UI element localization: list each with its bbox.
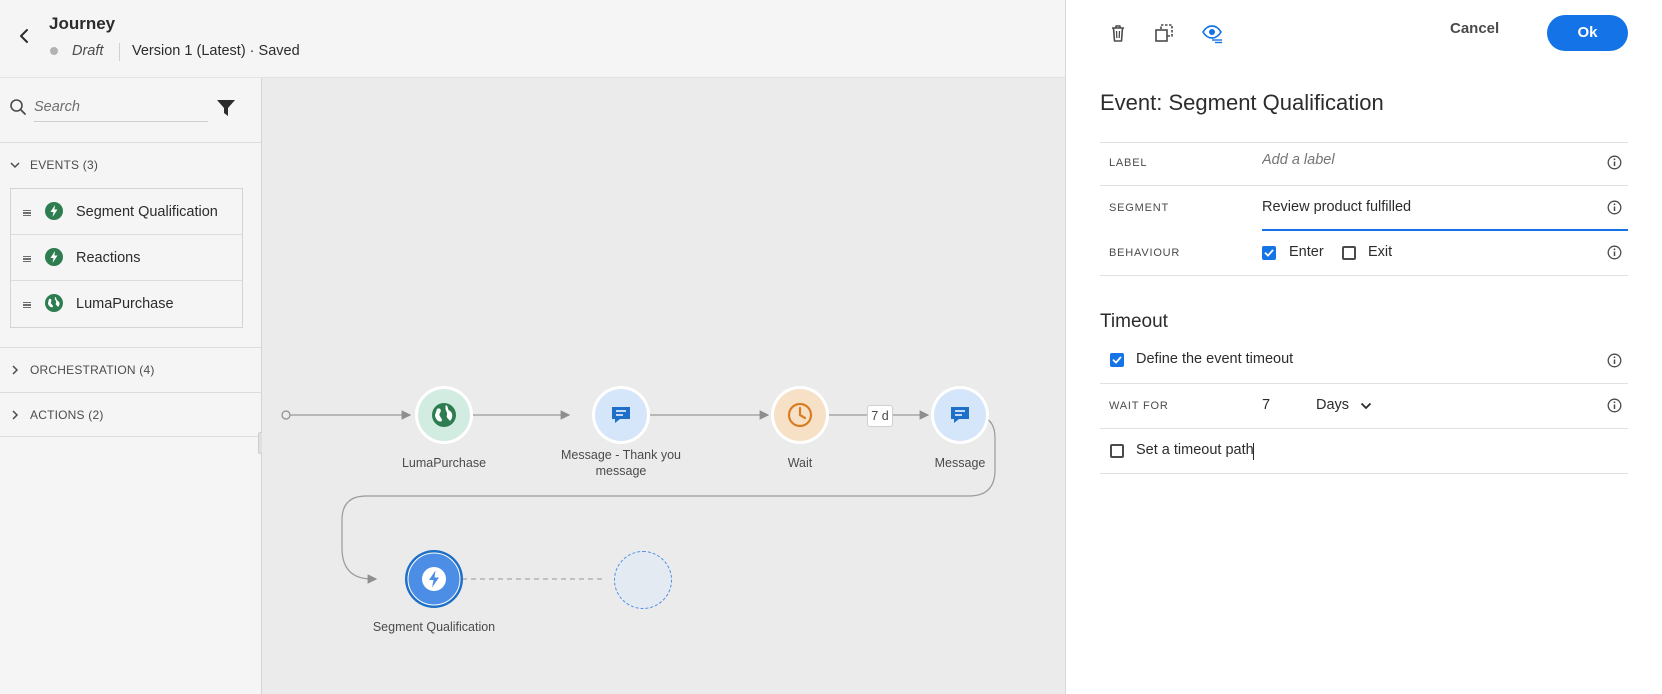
bolt-icon [407, 552, 461, 606]
behaviour-field-label: BEHAVIOUR [1109, 247, 1181, 259]
ok-button[interactable]: Ok [1547, 15, 1628, 51]
info-icon[interactable] [1607, 398, 1622, 413]
info-icon[interactable] [1607, 245, 1622, 260]
wait-duration-badge[interactable]: 7 d [867, 405, 893, 427]
journey-title: Journey [49, 14, 116, 33]
info-icon[interactable] [1607, 200, 1622, 215]
header-divider [119, 43, 120, 61]
section-orchestration-label: ORCHESTRATION (4) [30, 363, 155, 377]
message-icon [934, 389, 986, 441]
divider [0, 436, 262, 437]
event-item-segment-qualification[interactable]: Segment Qualification [11, 189, 242, 235]
node-message-thank-you[interactable] [592, 386, 650, 444]
trash-icon[interactable] [1107, 22, 1129, 44]
section-events-label: EVENTS (3) [30, 158, 99, 172]
timeout-section-title: Timeout [1100, 311, 1168, 332]
info-icon[interactable] [1607, 155, 1622, 170]
event-item-label: Reactions [76, 250, 141, 266]
enter-label: Enter [1289, 244, 1324, 260]
duplicate-icon[interactable] [1153, 22, 1175, 44]
node-label: Wait [787, 456, 813, 470]
back-arrow-icon[interactable] [14, 26, 34, 46]
search-input[interactable] [34, 92, 208, 122]
bolt-icon [45, 202, 63, 220]
divider [1100, 473, 1628, 474]
node-lumapurchase[interactable] [415, 386, 473, 444]
search-icon [10, 99, 26, 115]
event-item-lumapurchase[interactable]: LumaPurchase [11, 281, 242, 327]
section-orchestration[interactable]: ORCHESTRATION (4) [0, 350, 262, 390]
section-actions-label: ACTIONS (2) [30, 408, 104, 422]
node-label: Message [934, 456, 986, 470]
chevron-down-icon [10, 162, 20, 169]
journey-canvas[interactable]: LumaPurchase Message - Thank you message… [262, 78, 1065, 694]
divider [0, 347, 262, 348]
node-wait[interactable] [771, 386, 829, 444]
globe-icon [418, 389, 470, 441]
wait-for-value-input[interactable]: 7 [1262, 397, 1270, 413]
divider [1100, 383, 1628, 384]
node-label: LumaPurchase [401, 456, 487, 470]
label-field-label: LABEL [1109, 157, 1148, 169]
status-dot-icon [50, 47, 58, 55]
cancel-button[interactable]: Cancel [1450, 20, 1499, 37]
node-segment-qualification[interactable] [405, 550, 463, 608]
segment-field-label: SEGMENT [1109, 202, 1169, 214]
add-activity-placeholder[interactable] [614, 551, 672, 609]
drag-handle-icon[interactable] [23, 256, 31, 262]
message-icon [595, 389, 647, 441]
event-item-reactions[interactable]: Reactions [11, 235, 242, 281]
enter-checkbox[interactable] [1262, 246, 1276, 260]
journey-status: Draft [72, 43, 104, 59]
label-input[interactable] [1262, 152, 1562, 168]
text-cursor [1253, 443, 1254, 460]
divider [1100, 142, 1628, 143]
divider [1100, 428, 1628, 429]
filter-icon[interactable] [216, 98, 236, 118]
bolt-icon [45, 248, 63, 266]
clock-icon [774, 389, 826, 441]
exit-checkbox[interactable] [1342, 246, 1356, 260]
segment-picker[interactable]: Review product fulfilled [1262, 199, 1411, 215]
define-timeout-label: Define the event timeout [1136, 351, 1294, 367]
divider [0, 392, 262, 393]
define-timeout-checkbox[interactable] [1110, 353, 1124, 367]
timeout-path-label: Set a timeout path [1136, 442, 1254, 458]
node-label: Segment Qualification [372, 620, 496, 634]
activity-palette: EVENTS (3) Segment Qualification Reactio… [0, 78, 262, 694]
preview-icon[interactable] [1201, 22, 1223, 44]
event-item-label: Segment Qualification [76, 204, 218, 220]
start-point [281, 410, 291, 420]
section-events[interactable]: EVENTS (3) [0, 145, 262, 185]
event-item-label: LumaPurchase [76, 296, 174, 312]
properties-panel: Cancel Ok Event: Segment Qualification L… [1065, 0, 1662, 694]
wait-for-label: WAIT FOR [1109, 400, 1169, 412]
info-icon[interactable] [1607, 353, 1622, 368]
chevron-right-icon [12, 410, 19, 420]
divider [1100, 185, 1628, 186]
panel-title: Event: Segment Qualification [1100, 90, 1384, 115]
chevron-right-icon [12, 365, 19, 375]
node-label: Message - Thank you message [561, 448, 681, 478]
journey-version: Version 1 (Latest) · Saved [132, 43, 300, 59]
node-message[interactable] [931, 386, 989, 444]
divider [1100, 275, 1628, 276]
divider [0, 142, 262, 143]
timeout-path-checkbox[interactable] [1110, 444, 1124, 458]
globe-icon [45, 294, 63, 312]
drag-handle-icon[interactable] [23, 210, 31, 216]
segment-focus-underline [1262, 229, 1628, 231]
chevron-down-icon[interactable] [1360, 401, 1372, 411]
exit-label: Exit [1368, 244, 1393, 260]
wait-unit-dropdown[interactable]: Days [1316, 397, 1349, 413]
section-actions[interactable]: ACTIONS (2) [0, 395, 262, 435]
journey-header: Journey Draft Version 1 (Latest) · Saved [0, 0, 1065, 78]
drag-handle-icon[interactable] [23, 302, 31, 308]
events-list: Segment Qualification Reactions LumaPurc… [10, 188, 243, 328]
